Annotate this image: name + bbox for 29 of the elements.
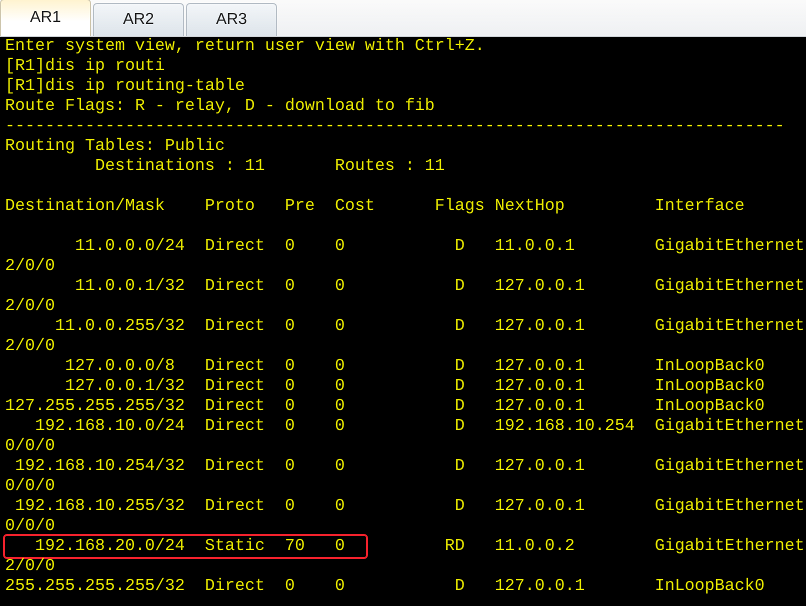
terminal-line: 127.0.0.1/32 Direct 0 0 D 127.0.0.1 InLoopBack0 [64, 377, 765, 396]
terminal-line: 192.168.10.255/32 Direct 0 0 D 127.0.0.1 GigabitEthernet [14, 497, 805, 516]
terminal-line: Destinations : 11 Routes : 11 [94, 157, 445, 176]
terminal-line: 2/0/0 [5, 257, 55, 276]
terminal-line: 0/0/0 [5, 477, 55, 496]
terminal-line: 127.0.0.0/8 Direct 0 0 D 127.0.0.1 InLoopBack0 [64, 357, 765, 376]
terminal-line: 0/0/0 [5, 517, 55, 536]
tab[interactable]: AR1 [0, 0, 91, 36]
terminal-line: Route Flags: R - relay, D - download to fib [5, 97, 435, 116]
terminal-line: 0/0/0 [5, 437, 55, 456]
terminal-line: Routing Tables: Public [5, 137, 225, 156]
terminal-line: [R1]dis ip routi [5, 57, 165, 76]
terminal-line: 2/0/0 [5, 297, 55, 316]
terminal-line: Destination/Mask Proto Pre Cost Flags NextHop Interface [5, 197, 745, 216]
terminal-line: [R1]dis ip routing-table [5, 77, 245, 96]
terminal-line: Enter system view, return user view with Ctrl+Z. [5, 37, 485, 56]
terminal-line: 11.0.0.255/32 Direct 0 0 D 127.0.0.1 GigabitEthernet [54, 317, 805, 336]
terminal-line: 192.168.20.0/24 Static 70 0 RD 11.0.0.2 GigabitEthernet [34, 537, 805, 556]
terminal-line: 255.255.255.255/32 Direct 0 0 D 127.0.0.1 InLoopBack0 [5, 577, 765, 596]
terminal-line: 127.255.255.255/32 Direct 0 0 D 127.0.0.1 InLoopBack0 [5, 397, 765, 416]
terminal-line: 11.0.0.1/32 Direct 0 0 D 127.0.0.1 GigabitEthernet [74, 277, 805, 296]
terminal-line: 2/0/0 [5, 557, 55, 576]
terminal-line: ------------------------------------------------------------------------------ [5, 117, 785, 136]
tab[interactable]: AR2 [93, 3, 184, 36]
terminal-line: 11.0.0.0/24 Direct 0 0 D 11.0.0.1 GigabitEthernet [74, 237, 805, 256]
terminal-line: 192.168.10.0/24 Direct 0 0 D 192.168.10.254 GigabitEthernet [34, 417, 805, 436]
terminal-line: 192.168.10.254/32 Direct 0 0 D 127.0.0.1 GigabitEthernet [14, 457, 805, 476]
terminal-line: 2/0/0 [5, 337, 55, 356]
tab[interactable]: AR3 [186, 3, 277, 36]
